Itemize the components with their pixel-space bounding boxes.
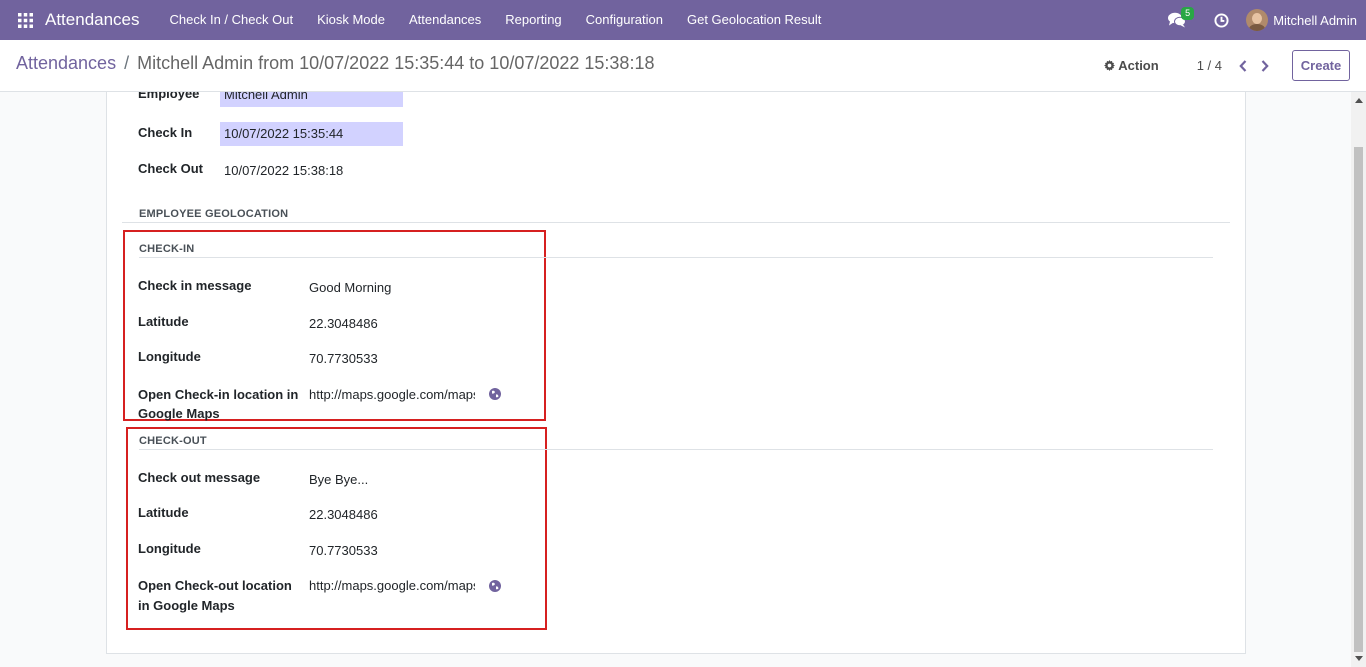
apps-grid-icon[interactable] bbox=[5, 0, 45, 40]
form-view: Employee Mitchell Admin Check In 10/07/2… bbox=[0, 92, 1366, 667]
avatar bbox=[1246, 9, 1269, 31]
menu-item-attendances[interactable]: Attendances bbox=[397, 0, 493, 40]
globe-icon bbox=[489, 580, 501, 592]
checkin-message-label: Check in message bbox=[138, 278, 252, 293]
pager-next-button[interactable] bbox=[1254, 55, 1276, 77]
checkout-latitude-label: Latitude bbox=[138, 505, 189, 520]
checkout-map-label-line1: Open Check-out location bbox=[138, 578, 292, 593]
checkout-divider bbox=[139, 449, 1213, 450]
clock-icon bbox=[1214, 12, 1229, 28]
activity-button[interactable] bbox=[1204, 0, 1238, 40]
scroll-thumb[interactable] bbox=[1354, 147, 1363, 652]
menu-item-configuration[interactable]: Configuration bbox=[574, 0, 675, 40]
checkin-divider bbox=[139, 257, 1213, 258]
checkout-map-label-line2: in Google Maps bbox=[138, 598, 235, 613]
vertical-scrollbar[interactable] bbox=[1351, 92, 1366, 667]
employee-label: Employee bbox=[138, 92, 200, 101]
menu-item-check-in-check-out[interactable]: Check In / Check Out bbox=[158, 0, 306, 40]
checkin-map-label: Open Check-in location in Google Maps bbox=[138, 385, 298, 423]
top-navbar: Attendances Check In / Check Out Kiosk M… bbox=[0, 0, 1366, 40]
geolocation-divider bbox=[122, 222, 1230, 223]
pager-previous-button[interactable] bbox=[1232, 55, 1254, 77]
scroll-down-arrow[interactable] bbox=[1355, 656, 1363, 661]
checkin-open-map-button[interactable] bbox=[489, 387, 501, 405]
checkin-map-url[interactable]: http://maps.google.com/maps?q=22.3048486… bbox=[309, 387, 475, 402]
scroll-up-arrow[interactable] bbox=[1355, 98, 1363, 103]
checkout-longitude-label: Longitude bbox=[138, 541, 201, 556]
control-panel: Attendances / Mitchell Admin from 10/07/… bbox=[0, 40, 1366, 92]
employee-field[interactable]: Mitchell Admin bbox=[220, 92, 403, 107]
checkout-map-url[interactable]: http://maps.google.com/maps?q=22.3048486… bbox=[309, 578, 475, 593]
app-title[interactable]: Attendances bbox=[45, 10, 140, 30]
check-out-label: Check Out bbox=[138, 161, 204, 176]
checkin-longitude-label: Longitude bbox=[138, 349, 201, 364]
create-button[interactable]: Create bbox=[1292, 50, 1350, 81]
checkin-latitude-label: Latitude bbox=[138, 314, 189, 329]
action-dropdown-button[interactable]: Action bbox=[1104, 58, 1159, 73]
checkout-longitude-value[interactable]: 70.7730533 bbox=[309, 543, 378, 558]
breadcrumb-current: Mitchell Admin from 10/07/2022 15:35:44 … bbox=[137, 53, 655, 73]
breadcrumb-separator: / bbox=[124, 53, 130, 73]
menu-item-reporting[interactable]: Reporting bbox=[493, 0, 573, 40]
checkin-message-value[interactable]: Good Morning bbox=[309, 280, 391, 295]
menu-item-kiosk-mode[interactable]: Kiosk Mode bbox=[305, 0, 397, 40]
geolocation-section-title: EMPLOYEE GEOLOCATION bbox=[139, 208, 289, 220]
checkin-latitude-value[interactable]: 22.3048486 bbox=[309, 316, 378, 331]
checkin-longitude-value[interactable]: 70.7730533 bbox=[309, 351, 378, 366]
messaging-button[interactable]: 5 bbox=[1160, 0, 1195, 40]
check-out-value[interactable]: 10/07/2022 15:38:18 bbox=[224, 163, 343, 178]
chat-count-badge: 5 bbox=[1181, 7, 1195, 20]
checkin-map-label-line1: Open Check-in location in bbox=[138, 387, 299, 402]
checkout-open-map-button[interactable] bbox=[489, 579, 501, 597]
globe-icon bbox=[489, 388, 501, 400]
checkout-message-label: Check out message bbox=[138, 470, 261, 485]
menu-item-get-geolocation-result[interactable]: Get Geolocation Result bbox=[675, 0, 833, 40]
main-menu: Check In / Check Out Kiosk Mode Attendan… bbox=[158, 0, 834, 40]
pager-value[interactable]: 1 / 4 bbox=[1197, 58, 1222, 73]
check-in-field[interactable]: 10/07/2022 15:35:44 bbox=[220, 122, 403, 146]
checkout-message-value[interactable]: Bye Bye... bbox=[309, 472, 368, 487]
navbar-systray: 5 Mitchell Admin bbox=[1160, 0, 1366, 40]
user-menu[interactable]: Mitchell Admin bbox=[1246, 9, 1357, 31]
chevron-right-icon bbox=[1261, 59, 1269, 72]
checkout-map-label: Open Check-out location in Google Maps bbox=[138, 576, 292, 616]
chevron-left-icon bbox=[1239, 59, 1247, 72]
control-panel-actions: Action 1 / 4 Create bbox=[1104, 50, 1350, 81]
breadcrumb: Attendances / Mitchell Admin from 10/07/… bbox=[16, 53, 654, 74]
breadcrumb-root[interactable]: Attendances bbox=[16, 53, 116, 74]
checkin-map-label-line2: Google Maps bbox=[138, 406, 220, 421]
checkout-section-title: CHECK-OUT bbox=[139, 435, 207, 447]
user-name: Mitchell Admin bbox=[1273, 12, 1357, 28]
checkin-section-title: CHECK-IN bbox=[139, 243, 195, 255]
check-in-label: Check In bbox=[138, 125, 193, 140]
gear-icon bbox=[1104, 60, 1116, 71]
checkout-latitude-value[interactable]: 22.3048486 bbox=[309, 507, 378, 522]
action-label: Action bbox=[1118, 58, 1159, 73]
